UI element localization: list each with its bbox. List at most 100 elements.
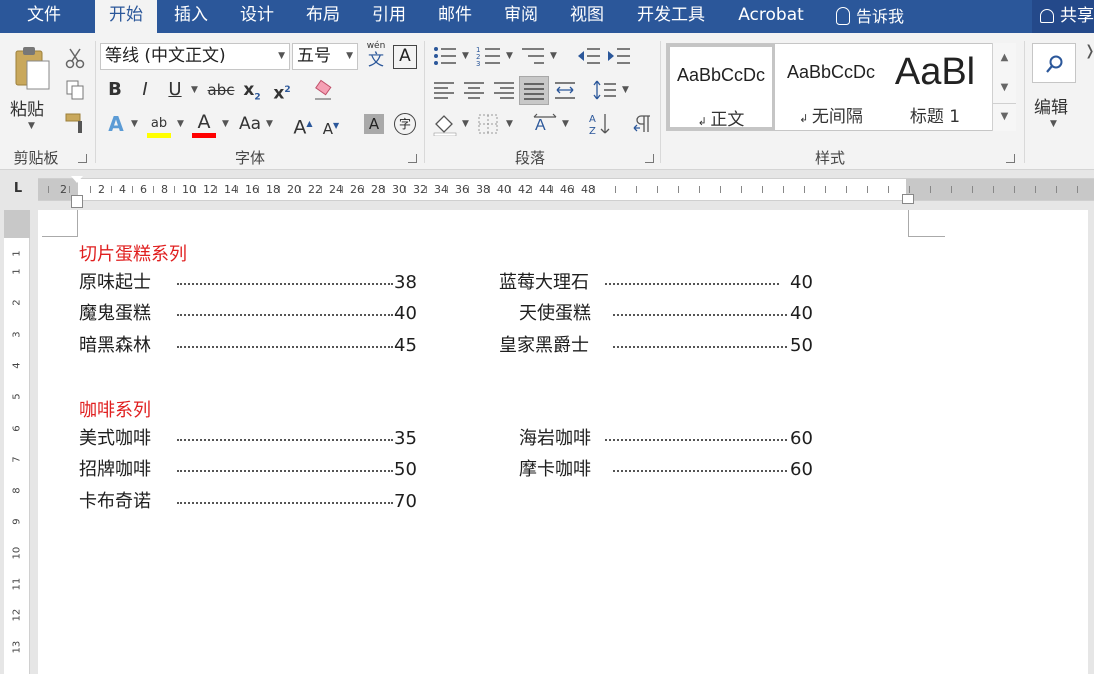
entry-name: 原味起士: [79, 272, 151, 293]
clear-formatting-icon[interactable]: [311, 79, 335, 103]
change-case-dropdown-arrow[interactable]: ▼: [266, 113, 273, 135]
shading-icon[interactable]: [432, 112, 458, 136]
ruler-number: 13: [11, 640, 23, 654]
underline-dropdown-arrow[interactable]: ▼: [191, 79, 198, 101]
clipboard-dialog-launcher[interactable]: [78, 154, 87, 163]
align-right-icon[interactable]: [492, 79, 516, 101]
vertical-scrollbar[interactable]: [1088, 210, 1094, 674]
ruler-tick: [951, 186, 952, 193]
borders-icon[interactable]: [476, 112, 500, 136]
numbering-icon[interactable]: 1 2 3: [476, 45, 502, 67]
bullets-icon[interactable]: [432, 45, 458, 67]
tab-review[interactable]: 审阅: [493, 0, 549, 33]
svg-text:3: 3: [476, 60, 480, 67]
share-label: 共享: [1060, 6, 1094, 26]
tab-developer[interactable]: 开发工具: [625, 0, 717, 33]
tab-stop-selector[interactable]: L: [10, 181, 26, 197]
font-color-dropdown-arrow[interactable]: ▼: [222, 113, 229, 135]
distributed-icon[interactable]: [553, 79, 577, 101]
first-line-indent-marker[interactable]: [71, 176, 83, 183]
font-name-combo[interactable]: 等线 (中文正文) ▼: [100, 43, 290, 70]
style-name: ↲ 无间隔: [799, 107, 863, 127]
paragraph-dialog-launcher[interactable]: [645, 154, 654, 163]
phonetic-guide-button[interactable]: wén 文: [364, 41, 388, 71]
tab-view[interactable]: 视图: [559, 0, 615, 33]
paste-dropdown-arrow[interactable]: ▼: [28, 121, 35, 131]
font-color-button[interactable]: A: [192, 111, 216, 133]
subscript-button[interactable]: x2: [240, 79, 264, 102]
asian-layout-dropdown-arrow[interactable]: ▼: [562, 113, 569, 135]
text-effects-dropdown-arrow[interactable]: ▼: [131, 113, 138, 135]
ruler-tick: [300, 186, 301, 193]
shading-dropdown-arrow[interactable]: ▼: [462, 113, 469, 135]
enclose-characters-button[interactable]: 字: [394, 113, 416, 135]
align-center-icon[interactable]: [462, 79, 486, 101]
font-color-label: A: [197, 111, 211, 133]
ruler-number: 1: [11, 250, 23, 257]
asian-layout-icon[interactable]: A: [532, 112, 560, 136]
text-effects-button[interactable]: A: [104, 113, 128, 135]
styles-dialog-launcher[interactable]: [1006, 154, 1015, 163]
style-item-heading-1[interactable]: AaBl 标题 1: [885, 44, 985, 130]
ruler-tick: [279, 186, 280, 193]
paste-button[interactable]: 粘贴 ▼: [8, 41, 58, 141]
ruler-tick: [552, 186, 553, 193]
strikethrough-button[interactable]: abc: [206, 79, 236, 101]
styles-more[interactable]: ▼: [992, 103, 1016, 131]
decrease-indent-icon[interactable]: [576, 45, 602, 67]
share-button[interactable]: 共享: [1032, 0, 1094, 33]
tab-layout[interactable]: 布局: [295, 0, 351, 33]
tab-file[interactable]: 文件: [14, 0, 74, 33]
editing-button[interactable]: 编辑 ▼: [1030, 41, 1078, 141]
subscript-label: x: [243, 80, 255, 100]
justify-button[interactable]: [519, 76, 549, 105]
format-painter-icon[interactable]: [64, 111, 88, 135]
ruler-tick: [363, 186, 364, 193]
grow-font-button[interactable]: A▲: [292, 113, 314, 138]
sort-icon[interactable]: AZ: [588, 111, 612, 137]
tab-insert[interactable]: 插入: [163, 0, 219, 33]
line-spacing-dropdown-arrow[interactable]: ▼: [622, 79, 629, 101]
horizontal-ruler[interactable]: 2 2 4 6 8 10 12 14 16 18 20 22 24 26 28 30 32 34 36 38 40 42 4…: [38, 178, 1094, 201]
bold-button[interactable]: B: [104, 79, 126, 101]
change-case-button[interactable]: Aa: [236, 113, 264, 135]
tab-references[interactable]: 引用: [361, 0, 417, 33]
bullets-dropdown-arrow[interactable]: ▼: [462, 45, 469, 67]
shrink-font-button[interactable]: A▼: [320, 115, 342, 138]
tab-mailings[interactable]: 邮件: [427, 0, 483, 33]
italic-button[interactable]: I: [134, 79, 156, 101]
right-indent-marker[interactable]: [902, 194, 914, 204]
font-dialog-launcher[interactable]: [408, 154, 417, 163]
borders-dropdown-arrow[interactable]: ▼: [506, 113, 513, 135]
ruler-tick: [762, 186, 763, 193]
multilevel-list-icon[interactable]: [520, 45, 546, 67]
increase-indent-icon[interactable]: [606, 45, 632, 67]
show-formatting-marks-icon[interactable]: [630, 112, 654, 136]
ruler-number: 34: [434, 183, 448, 196]
styles-scroll-down[interactable]: ▼: [992, 73, 1016, 103]
vertical-ruler[interactable]: 1 1 2 3 4 5 6 7 8 9 10 11 12 13: [4, 210, 30, 674]
character-shading-button[interactable]: A: [364, 114, 384, 134]
cut-icon[interactable]: [64, 47, 86, 69]
copy-icon[interactable]: [64, 79, 86, 101]
font-size-combo[interactable]: 五号 ▼: [292, 43, 358, 70]
style-item-no-spacing[interactable]: AaBbCcDc ↲ 无间隔: [777, 44, 885, 130]
tab-acrobat[interactable]: Acrobat: [727, 0, 815, 33]
style-item-normal[interactable]: AaBbCcDc ↲ 正文: [667, 44, 775, 130]
tell-me-box[interactable]: 告诉我: [836, 0, 904, 33]
line-spacing-icon[interactable]: [592, 79, 618, 101]
tab-home[interactable]: 开始: [95, 0, 157, 34]
highlight-button[interactable]: ab: [146, 111, 172, 133]
character-border-button[interactable]: A: [393, 45, 417, 69]
highlight-dropdown-arrow[interactable]: ▼: [177, 113, 184, 135]
ruler-number: 11: [11, 577, 23, 591]
entry-price: 60: [790, 459, 813, 480]
left-indent-marker[interactable]: [71, 195, 83, 208]
tab-design[interactable]: 设计: [229, 0, 285, 33]
multilevel-dropdown-arrow[interactable]: ▼: [550, 45, 557, 67]
styles-scroll-up[interactable]: ▲: [992, 43, 1016, 73]
numbering-dropdown-arrow[interactable]: ▼: [506, 45, 513, 67]
superscript-button[interactable]: x2: [270, 79, 294, 104]
underline-button[interactable]: U: [164, 79, 186, 101]
align-left-icon[interactable]: [432, 79, 456, 101]
